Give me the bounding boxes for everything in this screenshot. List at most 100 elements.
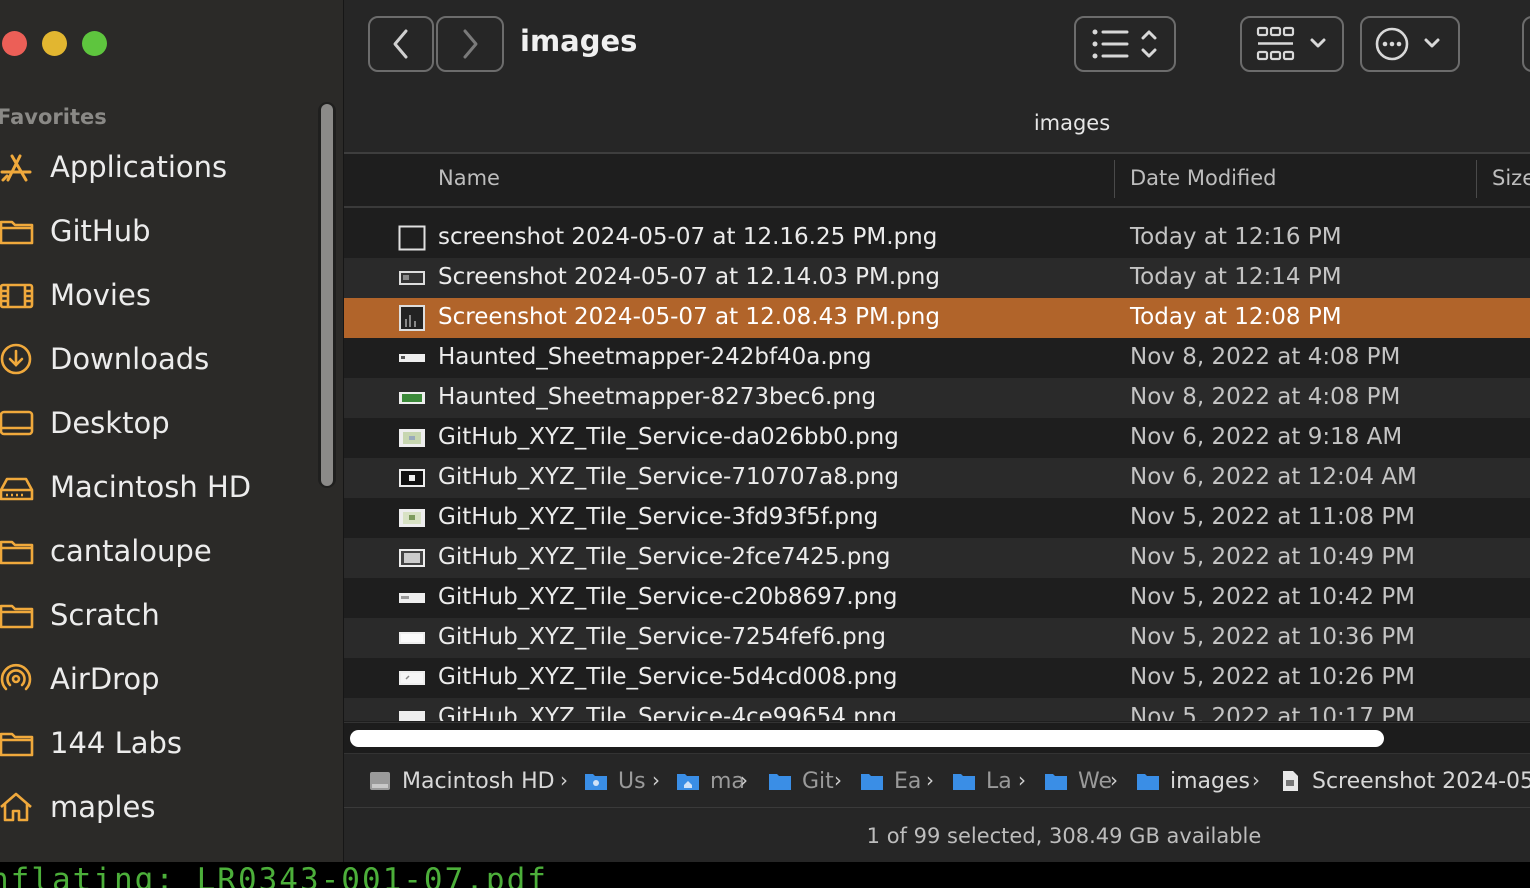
file-row[interactable]: GitHub_XYZ_Tile_Service-c20b8697.png Nov…	[344, 578, 1530, 618]
sidebar-item-maples[interactable]: maples	[0, 782, 330, 832]
sidebar-item-label: AirDrop	[50, 662, 160, 696]
sidebar-item-movies[interactable]: Movies	[0, 270, 330, 320]
toolbar: images	[344, 0, 1530, 96]
group-by-button[interactable]	[1240, 16, 1344, 72]
file-name: GitHub_XYZ_Tile_Service-3fd93f5f.png	[438, 504, 879, 530]
sidebar-item-144-labs[interactable]: 144 Labs	[0, 718, 330, 768]
path-crumb-file[interactable]: Screenshot 2024-05	[1278, 766, 1530, 796]
folder-icon	[861, 774, 883, 790]
file-row[interactable]: Screenshot 2024-05-07 at 12.14.03 PM.png…	[344, 258, 1530, 298]
folder-icon	[1137, 774, 1159, 790]
blank-image-icon	[398, 225, 426, 251]
path-title: images	[1033, 111, 1111, 135]
column-divider[interactable]	[1114, 160, 1115, 198]
file-name: Screenshot 2024-05-07 at 12.08.43 PM.png	[438, 304, 940, 330]
path-crumb-folder[interactable]: La	[952, 766, 1012, 796]
document-icon	[1283, 771, 1298, 791]
file-row[interactable]: GitHub_XYZ_Tile_Service-da026bb0.png Nov…	[344, 418, 1530, 458]
column-header-size[interactable]: Size	[1492, 166, 1530, 190]
sidebar: Favorites Applications GitHub Movies Dow…	[0, 0, 344, 862]
sidebar-item-label: Movies	[50, 278, 151, 312]
sidebar-item-applications[interactable]: Applications	[0, 142, 330, 192]
chevron-right-icon: ›	[652, 768, 660, 792]
file-row[interactable]: Haunted_Sheetmapper-8273bec6.png Nov 8, …	[344, 378, 1530, 418]
background-terminal: nflating: LR0343-001-07.pdf	[0, 862, 1530, 888]
sidebar-scrollbar[interactable]	[318, 102, 336, 488]
file-name: Haunted_Sheetmapper-242bf40a.png	[438, 344, 872, 370]
folder-icon	[1045, 774, 1067, 790]
image-thumbnail-icon	[399, 593, 425, 603]
file-date: Nov 5, 2022 at 10:42 PM	[1130, 584, 1416, 610]
horizontal-scrollbar[interactable]	[344, 722, 1530, 754]
file-row[interactable]: GitHub_XYZ_Tile_Service-5d4cd008.png Nov…	[344, 658, 1530, 698]
file-date: Today at 12:16 PM	[1130, 224, 1342, 250]
file-name: GitHub_XYZ_Tile_Service-7254fef6.png	[438, 624, 886, 650]
file-row[interactable]: GitHub_XYZ_Tile_Service-4ce99654.png Nov…	[344, 698, 1530, 721]
column-header-date-modified[interactable]: Date Modified	[1130, 166, 1276, 190]
file-row[interactable]: GitHub_XYZ_Tile_Service-3fd93f5f.png Nov…	[344, 498, 1530, 538]
file-row[interactable]: screenshot 2024-05-07 at 12.16.25 PM.png…	[344, 218, 1530, 258]
sidebar-item-label: Desktop	[50, 406, 170, 440]
horizontal-scroll-thumb[interactable]	[350, 730, 1384, 747]
window-title: images	[520, 24, 638, 58]
path-crumb-folder[interactable]: Ea	[860, 766, 921, 796]
path-crumb-github[interactable]: Git	[768, 766, 834, 796]
path-crumb-home[interactable]: ma	[676, 766, 745, 796]
airdrop-icon	[0, 663, 32, 691]
file-row[interactable]: Haunted_Sheetmapper-242bf40a.png Nov 8, …	[344, 338, 1530, 378]
zoom-window-button[interactable]	[82, 31, 107, 56]
path-crumb-images[interactable]: images	[1136, 766, 1250, 796]
file-name: GitHub_XYZ_Tile_Service-5d4cd008.png	[438, 664, 898, 690]
chevron-right-icon: ›	[1110, 768, 1118, 792]
finder-main-pane: images images Name Date Modified Size sc…	[344, 0, 1530, 862]
file-name: GitHub_XYZ_Tile_Service-c20b8697.png	[438, 584, 898, 610]
folder-icon	[585, 774, 607, 790]
sidebar-item-scratch[interactable]: Scratch	[0, 590, 330, 640]
image-thumbnail-icon	[399, 354, 425, 362]
close-window-button[interactable]	[2, 31, 27, 56]
view-mode-button[interactable]	[1074, 16, 1176, 72]
file-name: Haunted_Sheetmapper-8273bec6.png	[438, 384, 877, 410]
image-thumbnail-icon	[399, 711, 425, 721]
sidebar-item-label: cantaloupe	[50, 534, 212, 568]
file-row[interactable]: GitHub_XYZ_Tile_Service-710707a8.png Nov…	[344, 458, 1530, 498]
path-crumb-macintosh-hd[interactable]: Macintosh HD	[368, 766, 555, 796]
minimize-window-button[interactable]	[42, 31, 67, 56]
sidebar-item-desktop[interactable]: Desktop	[0, 398, 330, 448]
column-header-name[interactable]: Name	[438, 166, 500, 190]
folder-icon	[0, 220, 34, 245]
chevron-right-icon: ›	[740, 768, 748, 792]
sidebar-item-label: Applications	[50, 150, 228, 184]
more-options-icon	[1375, 27, 1440, 61]
folder-icon	[953, 774, 975, 790]
image-thumbnail-icon	[399, 305, 425, 331]
status-text: 1 of 99 selected, 308.49 GB available	[866, 824, 1262, 848]
list-view-icon	[1092, 29, 1157, 59]
sidebar-item-github[interactable]: GitHub	[0, 206, 330, 256]
column-divider[interactable]	[1476, 160, 1477, 198]
sidebar-scroll-thumb[interactable]	[321, 104, 333, 486]
forward-button[interactable]	[436, 16, 504, 72]
back-button[interactable]	[368, 16, 434, 72]
action-menu-button[interactable]	[1360, 16, 1460, 72]
sidebar-item-airdrop[interactable]: AirDrop	[0, 654, 330, 704]
file-row[interactable]: GitHub_XYZ_Tile_Service-7254fef6.png Nov…	[344, 618, 1530, 658]
file-row[interactable]: GitHub_XYZ_Tile_Service-2fce7425.png Nov…	[344, 538, 1530, 578]
home-folder-icon	[677, 774, 699, 790]
sidebar-item-macintosh-hd[interactable]: Macintosh HD	[0, 462, 330, 512]
grid-group-icon	[1256, 26, 1326, 61]
file-row-selected[interactable]: Screenshot 2024-05-07 at 12.08.43 PM.png…	[344, 298, 1530, 338]
sidebar-item-label: maples	[50, 790, 156, 824]
file-name: GitHub_XYZ_Tile_Service-da026bb0.png	[438, 424, 899, 450]
path-crumb-users[interactable]: Us	[584, 766, 646, 796]
image-thumbnail-icon	[399, 632, 425, 644]
file-date: Today at 12:14 PM	[1130, 264, 1342, 290]
toolbar-overflow-button[interactable]	[1522, 16, 1530, 72]
file-date: Nov 6, 2022 at 9:18 AM	[1130, 424, 1403, 450]
path-crumb-folder[interactable]: We	[1044, 766, 1112, 796]
file-list: screenshot 2024-05-07 at 12.16.25 PM.png…	[344, 218, 1530, 721]
sidebar-item-cantaloupe[interactable]: cantaloupe	[0, 526, 330, 576]
sidebar-item-downloads[interactable]: Downloads	[0, 334, 330, 384]
chevron-right-icon	[463, 29, 478, 59]
folder-icon	[0, 732, 34, 757]
